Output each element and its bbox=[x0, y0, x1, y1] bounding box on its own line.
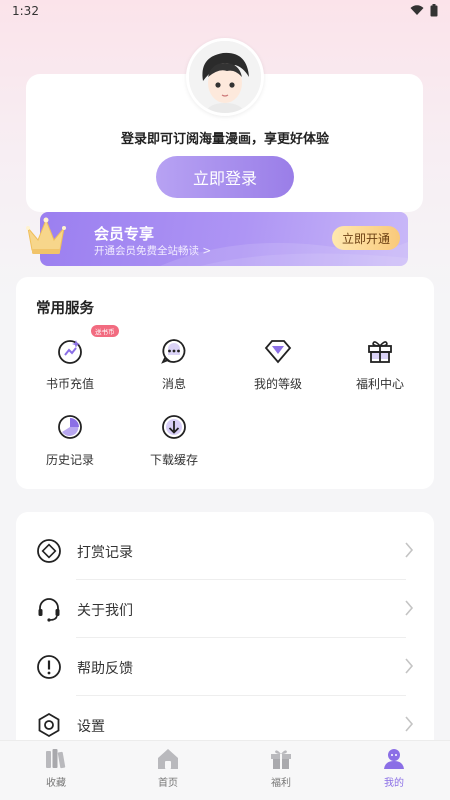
avatar[interactable] bbox=[186, 38, 264, 116]
services-title: 常用服务 bbox=[36, 301, 94, 317]
crown-icon bbox=[26, 217, 66, 254]
bookshelf-icon bbox=[46, 749, 66, 769]
headset-icon bbox=[38, 598, 60, 622]
gift-tab-icon bbox=[271, 750, 291, 769]
service-welfare-center[interactable]: 福利中心 bbox=[330, 337, 430, 401]
status-icons bbox=[410, 4, 438, 17]
battery-icon bbox=[430, 4, 438, 17]
settings-icon bbox=[38, 712, 60, 738]
menu-label: 设置 bbox=[77, 719, 105, 735]
avatar-illustration bbox=[189, 41, 261, 113]
menu-label: 打赏记录 bbox=[77, 545, 133, 561]
service-label: 书币充值 bbox=[45, 377, 94, 391]
service-download[interactable]: 下载缓存 bbox=[124, 413, 224, 477]
service-label: 下载缓存 bbox=[149, 453, 198, 467]
tab-home[interactable]: 首页 bbox=[112, 741, 224, 800]
service-label: 福利中心 bbox=[355, 377, 404, 391]
profile-tab-icon bbox=[384, 749, 404, 769]
service-label: 消息 bbox=[161, 377, 186, 391]
history-icon bbox=[58, 415, 82, 439]
login-tip: 登录即可订阅海量漫画，享更好体验 bbox=[120, 132, 329, 147]
home-icon bbox=[158, 749, 178, 769]
service-history[interactable]: 历史记录 bbox=[20, 413, 120, 477]
tab-label: 收藏 bbox=[46, 778, 66, 789]
recharge-badge: 送书币 bbox=[91, 325, 119, 337]
menu-card: 打赏记录 关于我们 帮助反馈 设置 bbox=[16, 512, 434, 752]
download-icon bbox=[162, 415, 186, 439]
service-message[interactable]: 消息 bbox=[124, 337, 224, 401]
vip-title: 会员专享 bbox=[94, 225, 155, 243]
tab-label: 福利 bbox=[271, 778, 291, 789]
message-icon bbox=[161, 339, 186, 364]
tab-mine[interactable]: 我的 bbox=[338, 741, 450, 800]
menu-item-help-feedback[interactable]: 帮助反馈 bbox=[16, 638, 434, 696]
tab-favorites[interactable]: 收藏 bbox=[0, 741, 112, 800]
reward-icon bbox=[37, 539, 61, 563]
tab-label: 首页 bbox=[158, 778, 178, 789]
tab-label: 我的 bbox=[384, 778, 404, 789]
status-time: 1:32 bbox=[12, 4, 39, 18]
level-icon bbox=[264, 340, 292, 364]
gift-icon bbox=[368, 341, 392, 363]
chevron-right-icon bbox=[405, 600, 414, 616]
service-label: 我的等级 bbox=[253, 377, 302, 391]
vip-open-button[interactable]: 立即开通 bbox=[331, 226, 400, 250]
chevron-right-icon bbox=[405, 716, 414, 732]
service-label: 历史记录 bbox=[45, 453, 94, 467]
help-icon bbox=[37, 655, 61, 679]
service-coin-recharge[interactable]: 送书币 书币充值 bbox=[20, 325, 120, 401]
vip-subtitle: 开通会员免费全站畅读 > bbox=[94, 245, 212, 257]
services-card: 常用服务 送书币 书币充值 消息 我的等级 福利中心 历史记录 下载缓存 bbox=[16, 277, 434, 489]
bottom-tab-bar: 收藏 首页 福利 我的 bbox=[0, 740, 450, 800]
menu-item-reward-records[interactable]: 打赏记录 bbox=[16, 522, 434, 580]
coin-recharge-icon bbox=[58, 340, 82, 364]
service-level[interactable]: 我的等级 bbox=[228, 337, 328, 401]
status-bar: 1:32 bbox=[0, 0, 450, 24]
wifi-icon bbox=[410, 5, 424, 15]
chevron-right-icon bbox=[405, 658, 414, 674]
chevron-right-icon bbox=[405, 542, 414, 558]
menu-label: 关于我们 bbox=[77, 603, 133, 619]
tab-welfare[interactable]: 福利 bbox=[225, 741, 337, 800]
menu-label: 帮助反馈 bbox=[77, 661, 133, 677]
vip-banner[interactable]: 会员专享 开通会员免费全站畅读 > 立即开通 bbox=[40, 212, 408, 266]
menu-item-about-us[interactable]: 关于我们 bbox=[16, 580, 434, 638]
login-button[interactable]: 立即登录 bbox=[156, 156, 294, 198]
